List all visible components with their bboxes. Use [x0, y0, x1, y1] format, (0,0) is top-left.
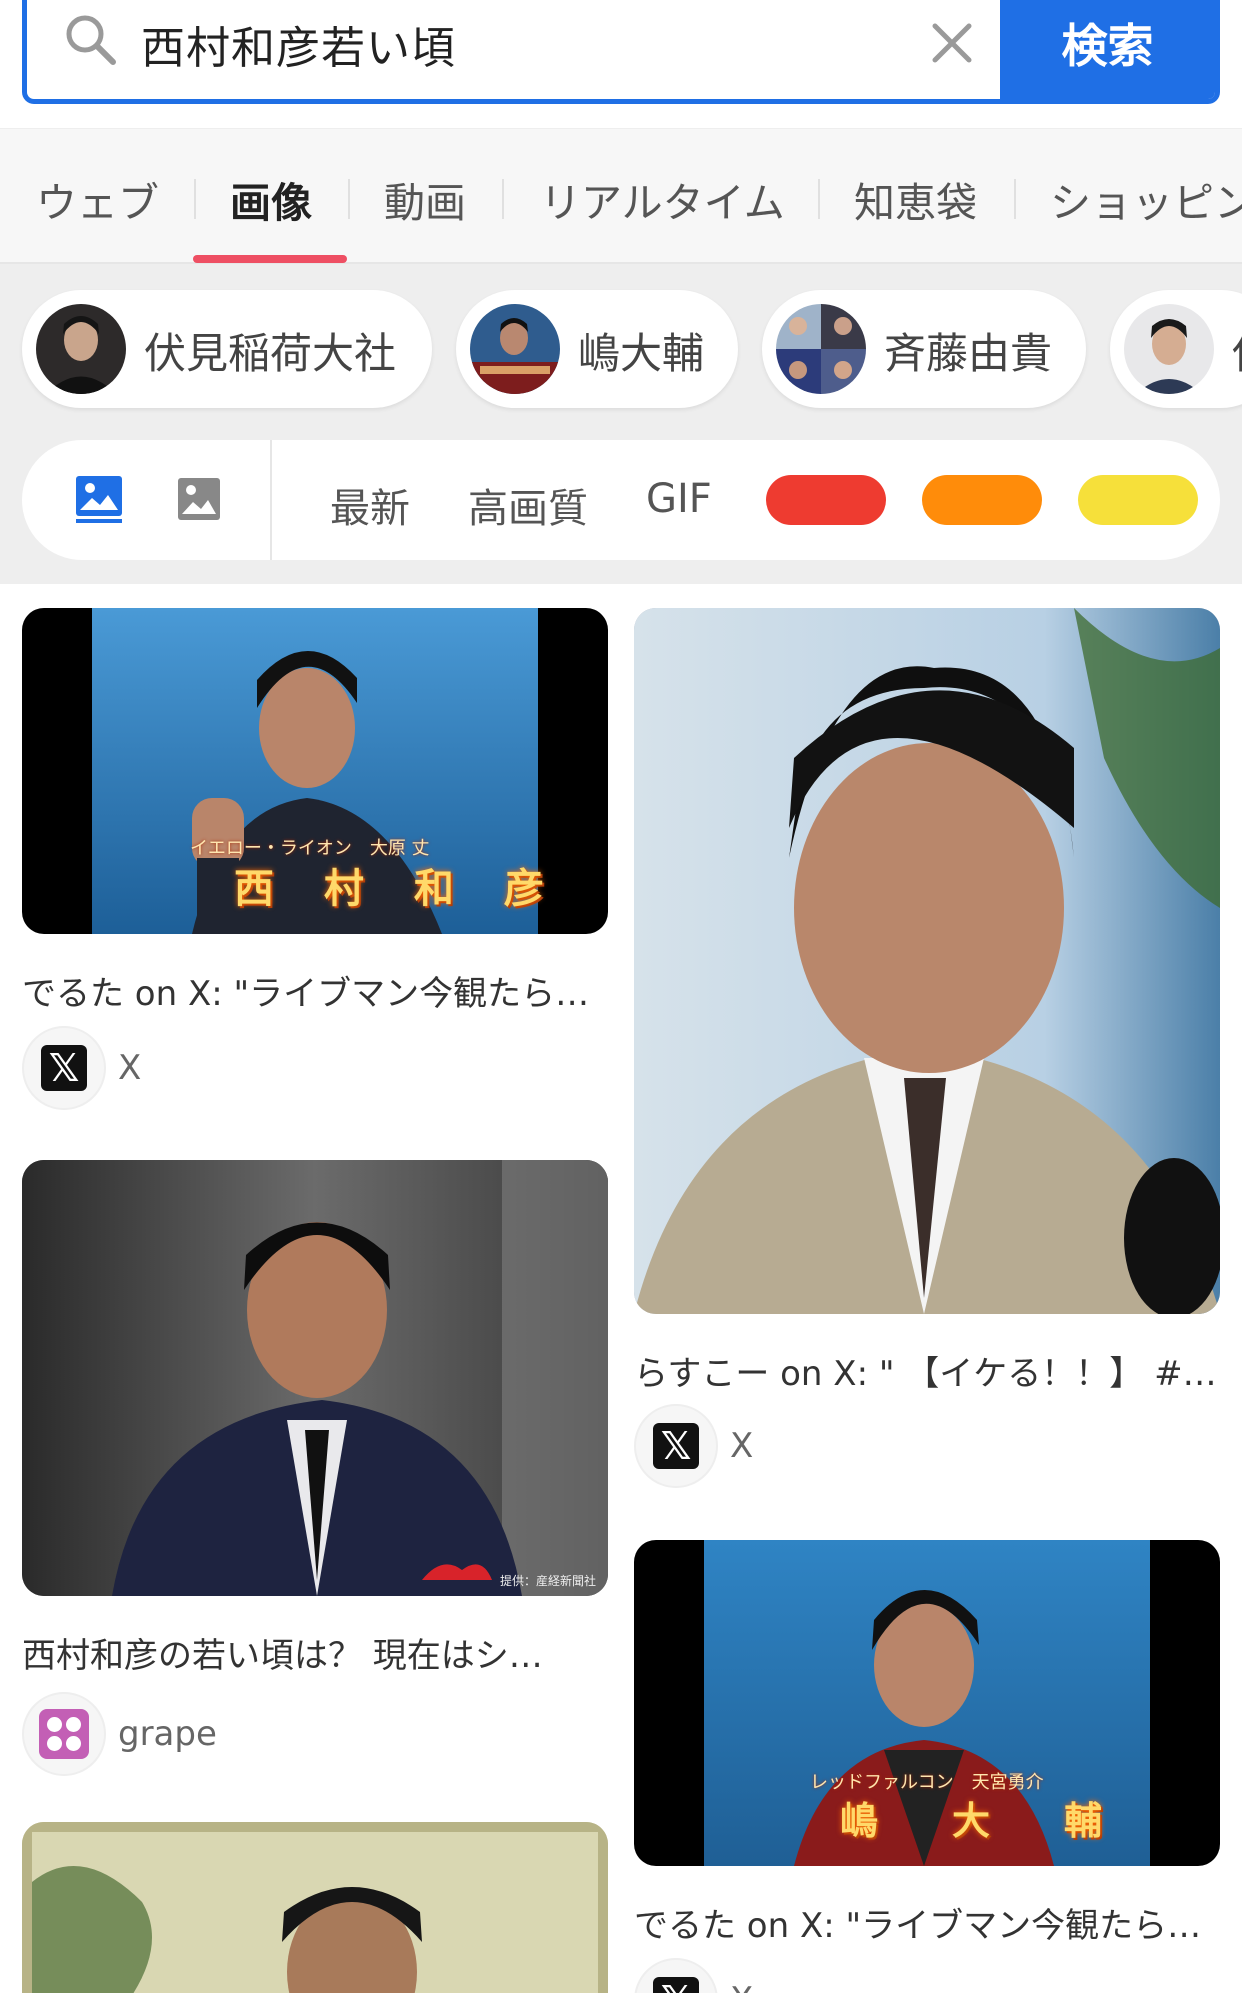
related-chip-fushimi[interactable]: 伏見稲荷大社	[22, 290, 432, 408]
tab-images[interactable]: 画像	[230, 169, 312, 229]
result-card[interactable]	[22, 1822, 608, 1993]
result-source[interactable]: X	[730, 1426, 753, 1466]
thumbnail-caption: 嶋 大 輔	[840, 1798, 1121, 1843]
result-source[interactable]: grape	[118, 1714, 217, 1754]
tab-web[interactable]: ウェブ	[36, 169, 159, 229]
search-box[interactable]: 西村和彦若い頃 検索	[22, 0, 1220, 104]
result-card[interactable]	[634, 608, 1220, 1328]
tab-separator	[818, 179, 820, 219]
tab-realtime[interactable]: リアルタイム	[540, 169, 785, 229]
tab-chiebukuro[interactable]: 知恵袋	[854, 169, 977, 229]
result-thumbnail[interactable]	[634, 608, 1220, 1314]
tab-shopping[interactable]: ショッピング	[1050, 169, 1242, 229]
filter-area: 伏見稲荷大社 嶋大輔 斉藤由貴 伊	[0, 264, 1242, 584]
color-filter-red[interactable]	[766, 475, 886, 525]
result-source[interactable]: X	[118, 1048, 141, 1088]
search-icon	[66, 15, 116, 65]
tab-videos[interactable]: 動画	[384, 169, 466, 229]
filter-bar: 最新 高画質 GIF	[22, 440, 1220, 560]
result-thumbnail[interactable]: レッドファルコン 天宮勇介 嶋 大 輔	[634, 1540, 1220, 1866]
related-chip-saito[interactable]: 斉藤由貴	[762, 290, 1086, 408]
image-size-small-icon[interactable]	[174, 474, 224, 524]
source-icon: 𝕏	[22, 1026, 106, 1110]
related-chip-label: 嶋大輔	[578, 329, 705, 378]
thumbnail-caption: 西 村 和 彦	[234, 865, 562, 912]
avatar	[1124, 304, 1214, 394]
related-chip-label: 伊	[1232, 320, 1242, 381]
x-logo-icon: 𝕏	[653, 1977, 699, 1993]
tab-separator	[1014, 179, 1016, 219]
result-card[interactable]: イエロー・ライオン 大原 丈 西 村 和 彦 でるた on X: "ライブマン今…	[22, 608, 608, 1110]
result-title[interactable]: 西村和彦の若い頃は？ 現在はシ…	[22, 1628, 608, 1677]
source-icon	[22, 1692, 106, 1776]
result-card[interactable]: 提供：産経新聞社 西村和彦の若い頃は？ 現在はシ…	[22, 1160, 608, 1676]
related-chip-shima[interactable]: 嶋大輔	[456, 290, 738, 408]
thumbnail-watermark: 提供：産経新聞社	[500, 1574, 597, 1588]
result-title[interactable]: でるた on X: "ライブマン今観たら…	[22, 966, 608, 1015]
result-thumbnail[interactable]: 提供：産経新聞社	[22, 1160, 608, 1596]
filter-gif[interactable]: GIF	[646, 476, 712, 522]
filter-latest[interactable]: 最新	[330, 476, 410, 534]
result-source[interactable]: X	[730, 1980, 753, 1993]
related-chip-label: 伏見稲荷大社	[144, 329, 397, 378]
avatar	[776, 304, 866, 394]
tab-separator	[348, 179, 350, 219]
search-header: 西村和彦若い頃 検索	[0, 0, 1242, 128]
search-input[interactable]: 西村和彦若い頃	[141, 12, 456, 76]
source-icon: 𝕏	[634, 1958, 718, 1993]
filter-divider	[270, 440, 272, 560]
related-chip-more[interactable]: 伊	[1110, 290, 1242, 408]
clear-icon[interactable]	[927, 18, 977, 68]
x-logo-icon: 𝕏	[41, 1045, 87, 1091]
image-results-grid: イエロー・ライオン 大原 丈 西 村 和 彦 でるた on X: "ライブマン今…	[0, 584, 1242, 1993]
tab-separator	[502, 179, 504, 219]
x-logo-icon: 𝕏	[653, 1423, 699, 1469]
color-filter-orange[interactable]	[922, 475, 1042, 525]
image-search-page: 西村和彦若い頃 検索 ウェブ 画像 動画 リアルタイム 知恵袋 ショッピング 伏…	[0, 0, 1242, 1993]
tab-separator	[194, 179, 196, 219]
filter-high-quality[interactable]: 高画質	[468, 476, 588, 534]
source-icon: 𝕏	[634, 1404, 718, 1488]
avatar	[470, 304, 560, 394]
grape-logo-icon	[39, 1709, 89, 1759]
related-chip-label: 斉藤由貴	[884, 329, 1053, 378]
search-button[interactable]: 検索	[1000, 0, 1215, 99]
color-filter-yellow[interactable]	[1078, 475, 1198, 525]
result-title[interactable]: らすこー on X: " 【イケる！！】 #…	[634, 1346, 1220, 1395]
result-thumbnail[interactable]: イエロー・ライオン 大原 丈 西 村 和 彦	[22, 608, 608, 934]
search-tabs: ウェブ 画像 動画 リアルタイム 知恵袋 ショッピング	[0, 128, 1242, 264]
active-tab-indicator	[193, 255, 347, 263]
image-size-large-icon[interactable]	[74, 474, 124, 524]
avatar	[36, 304, 126, 394]
result-thumbnail[interactable]	[22, 1822, 608, 1993]
result-card[interactable]: レッドファルコン 天宮勇介 嶋 大 輔 でるた on X: "ライブマン今観たら…	[634, 1540, 1220, 1993]
result-title[interactable]: でるた on X: "ライブマン今観たら…	[634, 1898, 1220, 1947]
